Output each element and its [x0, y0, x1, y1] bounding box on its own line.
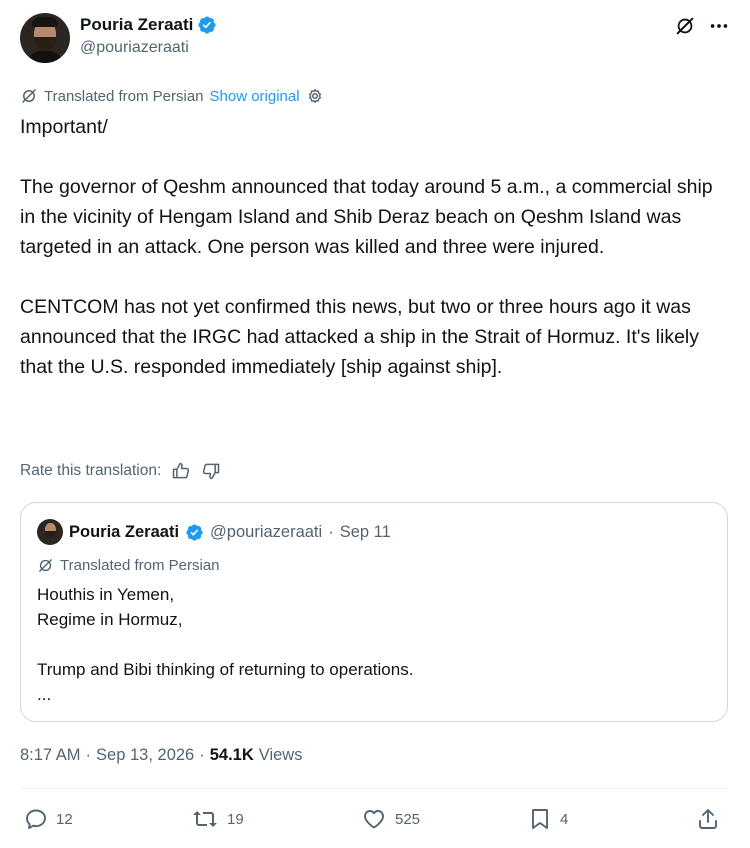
- repost-count: 19: [227, 810, 244, 828]
- rate-translation: Rate this translation:: [20, 458, 221, 484]
- reply-icon: [26, 809, 46, 829]
- translate-icon: [39, 559, 52, 572]
- quote-date: Sep 11: [339, 522, 391, 541]
- more-icon[interactable]: [708, 15, 730, 37]
- translate-icon: [22, 89, 36, 103]
- tweet-meta: 8:17 AM · Sep 13, 2026 · 54.1K Views: [20, 743, 302, 767]
- grok-icon[interactable]: [674, 15, 696, 37]
- reply-count: 12: [56, 810, 73, 828]
- share-button[interactable]: [696, 804, 720, 834]
- divider: [20, 788, 728, 789]
- quote-author-handle: @pouriazeraati: [210, 522, 323, 541]
- quote-author-name: Pouria Zeraati: [69, 522, 180, 541]
- repost-icon: [193, 811, 217, 827]
- reply-button[interactable]: 12: [24, 804, 73, 834]
- verified-badge-icon: [186, 523, 203, 541]
- like-count: 525: [395, 810, 421, 828]
- repost-button[interactable]: 19: [191, 804, 244, 834]
- author-block: Pouria Zeraati @pouriazeraati: [80, 13, 217, 57]
- quote-separator: ·: [328, 522, 334, 541]
- views-count: 54.1K: [209, 745, 254, 764]
- settings-icon[interactable]: [306, 87, 324, 105]
- meta-separator: ·: [85, 745, 92, 764]
- quote-translation-notice: Translated from Persian: [37, 557, 220, 574]
- translation-notice: Translated from Persian Show original: [20, 86, 324, 106]
- meta-separator: ·: [199, 745, 205, 764]
- translated-label: Translated from Persian: [44, 87, 204, 105]
- thumbs-up-icon[interactable]: [171, 461, 191, 481]
- share-icon: [699, 809, 717, 829]
- views-label: Views: [258, 745, 303, 764]
- quote-header: Pouria Zeraati @pouriazeraati · Sep 11: [37, 519, 391, 545]
- author-name[interactable]: Pouria Zeraati: [80, 15, 193, 35]
- bookmark-button[interactable]: 4: [528, 804, 568, 834]
- thumbs-down-icon[interactable]: [201, 461, 221, 481]
- quote-translated-label: Translated from Persian: [60, 557, 220, 574]
- action-bar: 12 19 525 4: [20, 804, 730, 834]
- tweet-date[interactable]: Sep 13, 2026: [96, 746, 194, 765]
- quoted-tweet[interactable]: Pouria Zeraati @pouriazeraati · Sep 11 T…: [20, 502, 728, 722]
- show-original-link[interactable]: Show original: [210, 88, 300, 105]
- quote-avatar: [37, 519, 63, 545]
- like-button[interactable]: 525: [361, 804, 420, 834]
- quote-text: Houthis in Yemen, Regime in Hormuz, Trum…: [37, 585, 414, 704]
- tweet-header: Pouria Zeraati @pouriazeraati: [20, 13, 730, 65]
- bookmark-icon: [532, 809, 548, 829]
- tweet-time[interactable]: 8:17 AM: [20, 746, 81, 765]
- avatar[interactable]: [20, 13, 70, 63]
- rate-label: Rate this translation:: [20, 462, 162, 479]
- heart-icon: [364, 810, 384, 829]
- bookmark-count: 4: [560, 810, 569, 828]
- tweet-text: Important/ The governor of Qeshm announc…: [20, 116, 713, 378]
- verified-badge-icon: [198, 16, 216, 34]
- author-handle[interactable]: @pouriazeraati: [80, 39, 217, 57]
